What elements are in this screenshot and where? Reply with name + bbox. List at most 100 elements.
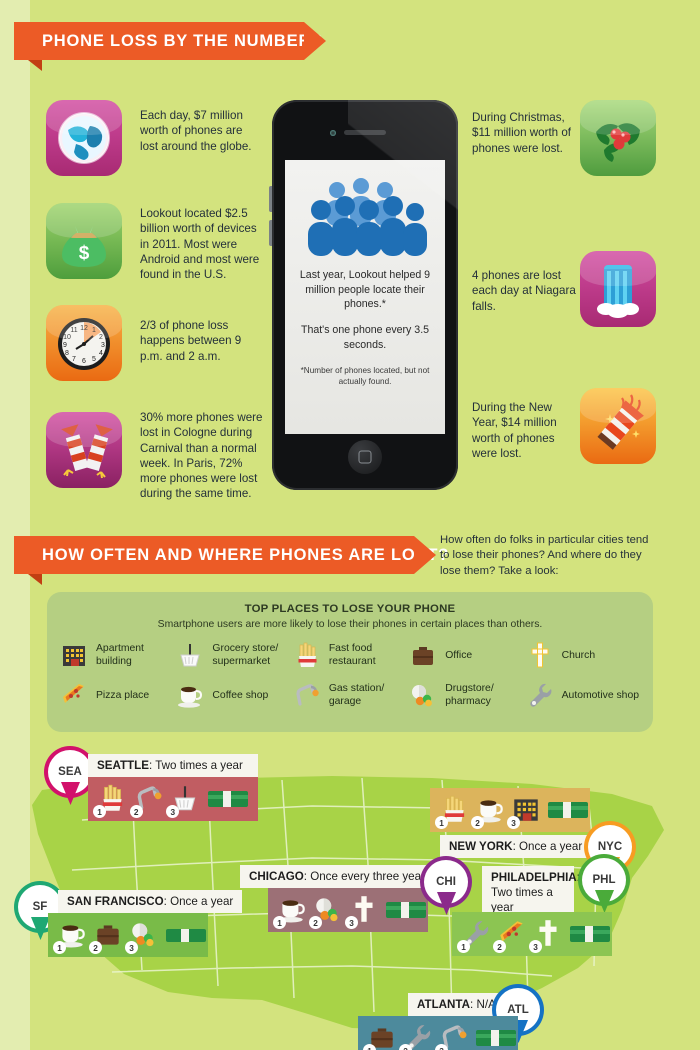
briefcase-icon (408, 640, 438, 670)
infographic-page: PHONE LOSS BY THE NUMBERS Each day, $7 m… (0, 0, 700, 1050)
smartphone-mockup: Last year, Lookout helped 9 million peop… (269, 100, 458, 490)
holly-icon (580, 100, 656, 176)
svg-text:7: 7 (72, 356, 76, 363)
wrench-icon: 2 (399, 1021, 434, 1050)
fireworks-icon (46, 412, 122, 488)
banner2-title: HOW OFTEN AND WHERE PHONES ARE LOST? (42, 545, 450, 564)
rank-number: 3 (166, 805, 180, 818)
city-label-SEA: SEATTLE: Two times a year (88, 754, 258, 778)
tile-gloss (580, 388, 656, 423)
svg-text:4: 4 (99, 350, 103, 357)
rank-number: 3 (345, 916, 358, 929)
place-label: Fast food restaurant (328, 643, 376, 667)
cash-stack-icon (164, 922, 208, 948)
tile-gloss (46, 412, 122, 447)
stat-text-clock: 2/3 of phone loss happens between 9 p.m.… (140, 319, 242, 363)
place-item-automotive: Automotive shop (525, 680, 641, 710)
banner2-arrow (414, 536, 436, 574)
places-title: TOP PLACES TO LOSE YOUR PHONE (244, 603, 456, 615)
cash-stack-icon (474, 1025, 518, 1050)
church-cross-icon (525, 640, 555, 670)
crowd-people-graphic (301, 174, 429, 260)
coffee-cup-icon (175, 680, 205, 710)
map-pin-PHL[interactable]: PHL (582, 858, 626, 914)
shopping-basket-icon (175, 640, 205, 670)
city-strip-NYC: 1 2 3 (430, 788, 590, 832)
gas-pump-icon: 2 (129, 782, 166, 818)
place-label: Apartment building (96, 643, 144, 667)
place-item-apartment: Apartment building (59, 640, 175, 670)
coffee-cup-icon: 1 (53, 918, 88, 954)
rank-number: 1 (93, 805, 106, 818)
tile-gloss (46, 100, 122, 135)
usa-map-section: SEA SEATTLE: Two times a year 1 2 3 1 2 … (0, 740, 700, 1050)
city-label-ATL: ATLANTA: N/A (408, 993, 505, 1017)
stat-text-globe: Each day, $7 million worth of phones are… (140, 109, 252, 153)
city-frequency-ATL: N/A (476, 998, 496, 1011)
pizza-slice-icon: 2 (493, 917, 528, 953)
banner1-fold (28, 60, 42, 71)
clock-icon: 12 1 2 345 678 9 10 11 (46, 305, 122, 381)
french-fries-icon: 1 (435, 793, 470, 829)
map-pin-SEA[interactable]: SEA (48, 750, 92, 806)
french-fries-icon (292, 640, 322, 670)
stat-text-waterfall: 4 phones are lost each day at Niagara fa… (472, 269, 576, 313)
place-item-drugstore: Drugstore/ pharmacy (408, 680, 524, 710)
globe-icon (46, 100, 122, 176)
phone-side-button-up (269, 186, 272, 212)
city-label-SF: SAN FRANCISCO: Once a year (58, 890, 243, 914)
tile-gloss (46, 305, 122, 340)
phone-screen: Last year, Lookout helped 9 million peop… (285, 160, 445, 434)
briefcase-icon: 1 (363, 1021, 398, 1050)
section-banner-phone-loss: PHONE LOSS BY THE NUMBERS (14, 22, 326, 71)
briefcase-icon: 2 (89, 918, 124, 954)
city-name-ATL: ATLANTA (417, 998, 471, 1011)
coffee-cup-icon: 1 (273, 893, 308, 929)
stat-text-money-bag: Lookout located $2.5 billion worth of de… (140, 207, 260, 282)
gas-pump-icon (292, 680, 322, 710)
rank-number: 2 (309, 916, 322, 929)
rank-number: 1 (273, 916, 286, 929)
map-pin-CHI[interactable]: CHI (424, 860, 468, 916)
cash-stack-icon (384, 897, 428, 923)
rank-number: 1 (457, 940, 470, 953)
tile-gloss (580, 100, 656, 135)
city-label-CHI: CHICAGO: Once every three years (240, 865, 440, 889)
section-banner-how-often: HOW OFTEN AND WHERE PHONES ARE LOST? (14, 536, 448, 585)
rank-number: 1 (53, 941, 66, 954)
place-label: Gas station/ garage (328, 683, 385, 707)
french-fries-icon: 1 (93, 782, 129, 818)
places-row-1: Apartment building Grocery store/ superm… (47, 630, 653, 670)
stat-text-holly: During Christmas, $11 million worth of p… (472, 111, 572, 155)
home-button[interactable] (348, 440, 382, 474)
banner2-fold (28, 574, 42, 585)
place-item-office: Office (408, 640, 524, 670)
place-label: Church (561, 649, 596, 661)
svg-text:$: $ (79, 243, 90, 264)
cash-stack-icon (206, 786, 250, 812)
apartment-building-icon: 3 (507, 793, 542, 829)
city-frequency-PHL: Two times a year (491, 886, 553, 915)
top-places-panel: TOP PLACES TO LOSE YOUR PHONE Smartphone… (47, 592, 653, 732)
phone-side-button-down (269, 220, 272, 246)
city-strip-SEA: 1 2 3 (88, 777, 258, 821)
wrench-icon (525, 680, 555, 710)
city-strip-PHL: 1 2 3 (452, 912, 612, 956)
svg-text:3: 3 (101, 342, 105, 349)
stat-text-fireworks: 30% more phones were lost in Cologne dur… (140, 411, 263, 501)
apartment-building-icon (59, 640, 89, 670)
rank-number: 2 (493, 940, 506, 953)
city-name-NYC: NEW YORK (449, 840, 513, 853)
cash-stack-icon (568, 921, 612, 947)
svg-text:5: 5 (92, 356, 96, 363)
phone-footnote: *Number of phones located, but not actua… (300, 366, 430, 387)
party-popper-icon (580, 388, 656, 464)
church-cross-icon: 3 (529, 917, 564, 953)
rank-number: 3 (435, 1044, 448, 1050)
money-bag-icon: $ (46, 203, 122, 279)
banner1-title: PHONE LOSS BY THE NUMBERS (42, 31, 323, 50)
place-label: Drugstore/ pharmacy (445, 683, 494, 707)
stat-text-party-popper: During the New Year, $14 million worth o… (472, 401, 557, 460)
svg-text:6: 6 (82, 358, 86, 365)
city-strip-ATL: 1 2 3 (358, 1016, 518, 1050)
